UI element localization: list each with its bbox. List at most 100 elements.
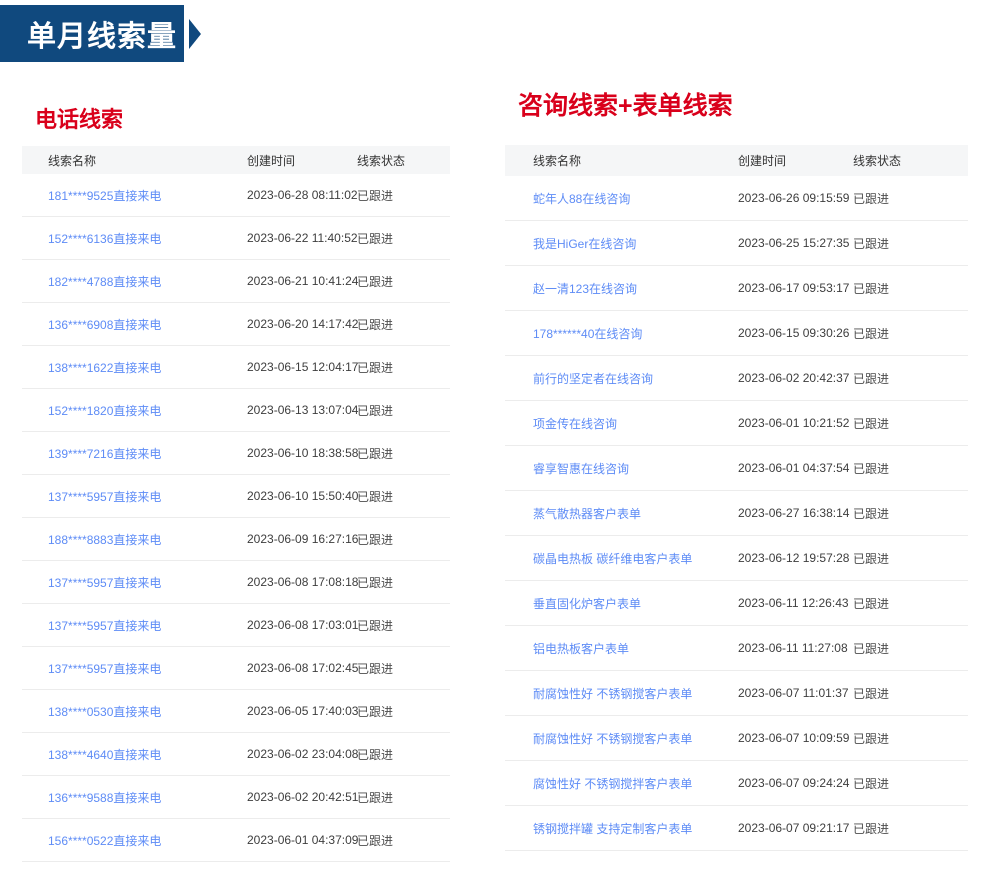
table-row: 156****0522直接来电 2023-06-01 04:37:09 已跟进 [22, 819, 450, 862]
created-time: 2023-06-01 04:37:54 [738, 461, 850, 475]
lead-name-link[interactable]: 182****4788直接来电 [48, 275, 161, 289]
table-row: 我是HiGer在线咨询 2023-06-25 15:27:35 已跟进 [505, 221, 968, 266]
table-row: 152****6136直接来电 2023-06-22 11:40:52 已跟进 [22, 217, 450, 260]
lead-name-link[interactable]: 139****7216直接来电 [48, 447, 161, 461]
lead-name-link[interactable]: 碳晶电热板 碳纤维电客户表单 [533, 552, 692, 566]
column-header-created-time: 创建时间 [247, 153, 296, 168]
lead-name-link[interactable]: 152****6136直接来电 [48, 232, 161, 246]
lead-name-link[interactable]: 蛇年人88在线咨询 [533, 192, 630, 206]
section-banner: 单月线索量 [0, 5, 184, 62]
created-time: 2023-06-10 15:50:40 [247, 489, 359, 503]
created-time: 2023-06-07 09:24:24 [738, 776, 850, 790]
column-header-created-time: 创建时间 [738, 154, 787, 168]
lead-status: 已跟进 [357, 790, 394, 805]
lead-status: 已跟进 [357, 575, 394, 590]
column-header-lead-name: 线索名称 [48, 153, 97, 168]
lead-status: 已跟进 [357, 747, 394, 762]
created-time: 2023-06-01 10:21:52 [738, 416, 850, 430]
lead-name-link[interactable]: 152****1820直接来电 [48, 404, 161, 418]
lead-name-link[interactable]: 前行的坚定者在线咨询 [533, 372, 653, 386]
table-row: 136****9588直接来电 2023-06-02 20:42:51 已跟进 [22, 776, 450, 819]
table-row: 137****5957直接来电 2023-06-08 17:02:45 已跟进 [22, 647, 450, 690]
created-time: 2023-06-20 14:17:42 [247, 317, 359, 331]
table-row: 138****0530直接来电 2023-06-05 17:40:03 已跟进 [22, 690, 450, 733]
lead-name-link[interactable]: 睿享智惠在线咨询 [533, 462, 629, 476]
lead-name-link[interactable]: 138****0530直接来电 [48, 705, 161, 719]
table-row: 139****7216直接来电 2023-06-10 18:38:58 已跟进 [22, 432, 450, 475]
table-row: 蛇年人88在线咨询 2023-06-26 09:15:59 已跟进 [505, 176, 968, 221]
table-row: 138****1622直接来电 2023-06-15 12:04:17 已跟进 [22, 346, 450, 389]
lead-status: 已跟进 [853, 731, 890, 746]
lead-name-link[interactable]: 137****5957直接来电 [48, 662, 161, 676]
lead-name-link[interactable]: 138****4640直接来电 [48, 748, 161, 762]
created-time: 2023-06-08 17:08:18 [247, 575, 359, 589]
lead-name-link[interactable]: 腐蚀性好 不锈钢搅拌客户表单 [533, 777, 692, 791]
lead-name-link[interactable]: 蒸气散热器客户表单 [533, 507, 641, 521]
lead-name-link[interactable]: 188****8883直接来电 [48, 533, 161, 547]
lead-name-link[interactable]: 耐腐蚀性好 不锈钢搅客户表单 [533, 687, 692, 701]
created-time: 2023-06-01 04:37:09 [247, 833, 359, 847]
table-row: 垂直固化炉客户表单 2023-06-11 12:26:43 已跟进 [505, 581, 968, 626]
lead-name-link[interactable]: 137****5957直接来电 [48, 490, 161, 504]
created-time: 2023-06-11 12:26:43 [738, 596, 849, 610]
table-row: 前行的坚定者在线咨询 2023-06-02 20:42:37 已跟进 [505, 356, 968, 401]
lead-status: 已跟进 [853, 506, 890, 521]
lead-name-link[interactable]: 铝电热板客户表单 [533, 642, 629, 656]
lead-status: 已跟进 [853, 776, 890, 791]
lead-status: 已跟进 [853, 236, 890, 251]
report-page: 单月线索量 电话线索 线索名称 创建时间 线索状态 181****9525直接来… [0, 0, 1000, 877]
lead-name-link[interactable]: 137****5957直接来电 [48, 576, 161, 590]
lead-status: 已跟进 [357, 317, 394, 332]
table-row: 耐腐蚀性好 不锈钢搅客户表单 2023-06-07 10:09:59 已跟进 [505, 716, 968, 761]
lead-status: 已跟进 [853, 416, 890, 431]
created-time: 2023-06-11 11:27:08 [738, 641, 848, 655]
created-time: 2023-06-07 11:01:37 [738, 686, 849, 700]
lead-status: 已跟进 [853, 371, 890, 386]
lead-status: 已跟进 [853, 461, 890, 476]
lead-name-link[interactable]: 耐腐蚀性好 不锈钢搅客户表单 [533, 732, 692, 746]
lead-name-link[interactable]: 138****1622直接来电 [48, 361, 161, 375]
lead-name-link[interactable]: 137****5957直接来电 [48, 619, 161, 633]
lead-name-link[interactable]: 136****9588直接来电 [48, 791, 161, 805]
lead-status: 已跟进 [853, 821, 890, 836]
lead-name-link[interactable]: 锈钢搅拌罐 支持定制客户表单 [533, 822, 692, 836]
table-row: 137****5957直接来电 2023-06-08 17:08:18 已跟进 [22, 561, 450, 604]
created-time: 2023-06-08 17:03:01 [247, 618, 359, 632]
lead-name-link[interactable]: 178******40在线咨询 [533, 327, 642, 341]
lead-name-link[interactable]: 项金传在线咨询 [533, 417, 617, 431]
created-time: 2023-06-15 12:04:17 [247, 360, 359, 374]
lead-name-link[interactable]: 156****0522直接来电 [48, 834, 161, 848]
created-time: 2023-06-10 18:38:58 [247, 446, 359, 460]
consult-leads-table: 线索名称 创建时间 线索状态 蛇年人88在线咨询 2023-06-26 09:1… [505, 145, 968, 851]
lead-name-link[interactable]: 我是HiGer在线咨询 [533, 237, 636, 251]
lead-status: 已跟进 [853, 281, 890, 296]
lead-name-link[interactable]: 136****6908直接来电 [48, 318, 161, 332]
created-time: 2023-06-02 23:04:08 [247, 747, 359, 761]
table-row: 138****4640直接来电 2023-06-02 23:04:08 已跟进 [22, 733, 450, 776]
lead-status: 已跟进 [357, 661, 394, 676]
banner-title: 单月线索量 [27, 20, 178, 53]
lead-status: 已跟进 [853, 686, 890, 701]
lead-status: 已跟进 [357, 446, 394, 461]
lead-status: 已跟进 [357, 704, 394, 719]
column-header-lead-status: 线索状态 [853, 154, 902, 168]
lead-name-link[interactable]: 赵一清123在线咨询 [533, 282, 637, 296]
table-row: 睿享智惠在线咨询 2023-06-01 04:37:54 已跟进 [505, 446, 968, 491]
table-row: 锈钢搅拌罐 支持定制客户表单 2023-06-07 09:21:17 已跟进 [505, 806, 968, 851]
table-row: 136****6908直接来电 2023-06-20 14:17:42 已跟进 [22, 303, 450, 346]
phone-leads-title: 电话线索 [35, 107, 124, 132]
created-time: 2023-06-05 17:40:03 [247, 704, 359, 718]
table-row: 182****4788直接来电 2023-06-21 10:41:24 已跟进 [22, 260, 450, 303]
lead-status: 已跟进 [357, 360, 394, 375]
lead-name-link[interactable]: 181****9525直接来电 [48, 189, 161, 203]
lead-status: 已跟进 [853, 191, 890, 206]
created-time: 2023-06-26 09:15:59 [738, 191, 850, 205]
created-time: 2023-06-09 16:27:16 [247, 532, 359, 546]
created-time: 2023-06-07 09:21:17 [738, 821, 850, 835]
lead-name-link[interactable]: 垂直固化炉客户表单 [533, 597, 641, 611]
arrow-right-icon [189, 19, 201, 49]
created-time: 2023-06-13 13:07:04 [247, 403, 359, 417]
created-time: 2023-06-25 15:27:35 [738, 236, 850, 250]
created-time: 2023-06-21 10:41:24 [247, 274, 359, 288]
created-time: 2023-06-27 16:38:14 [738, 506, 850, 520]
